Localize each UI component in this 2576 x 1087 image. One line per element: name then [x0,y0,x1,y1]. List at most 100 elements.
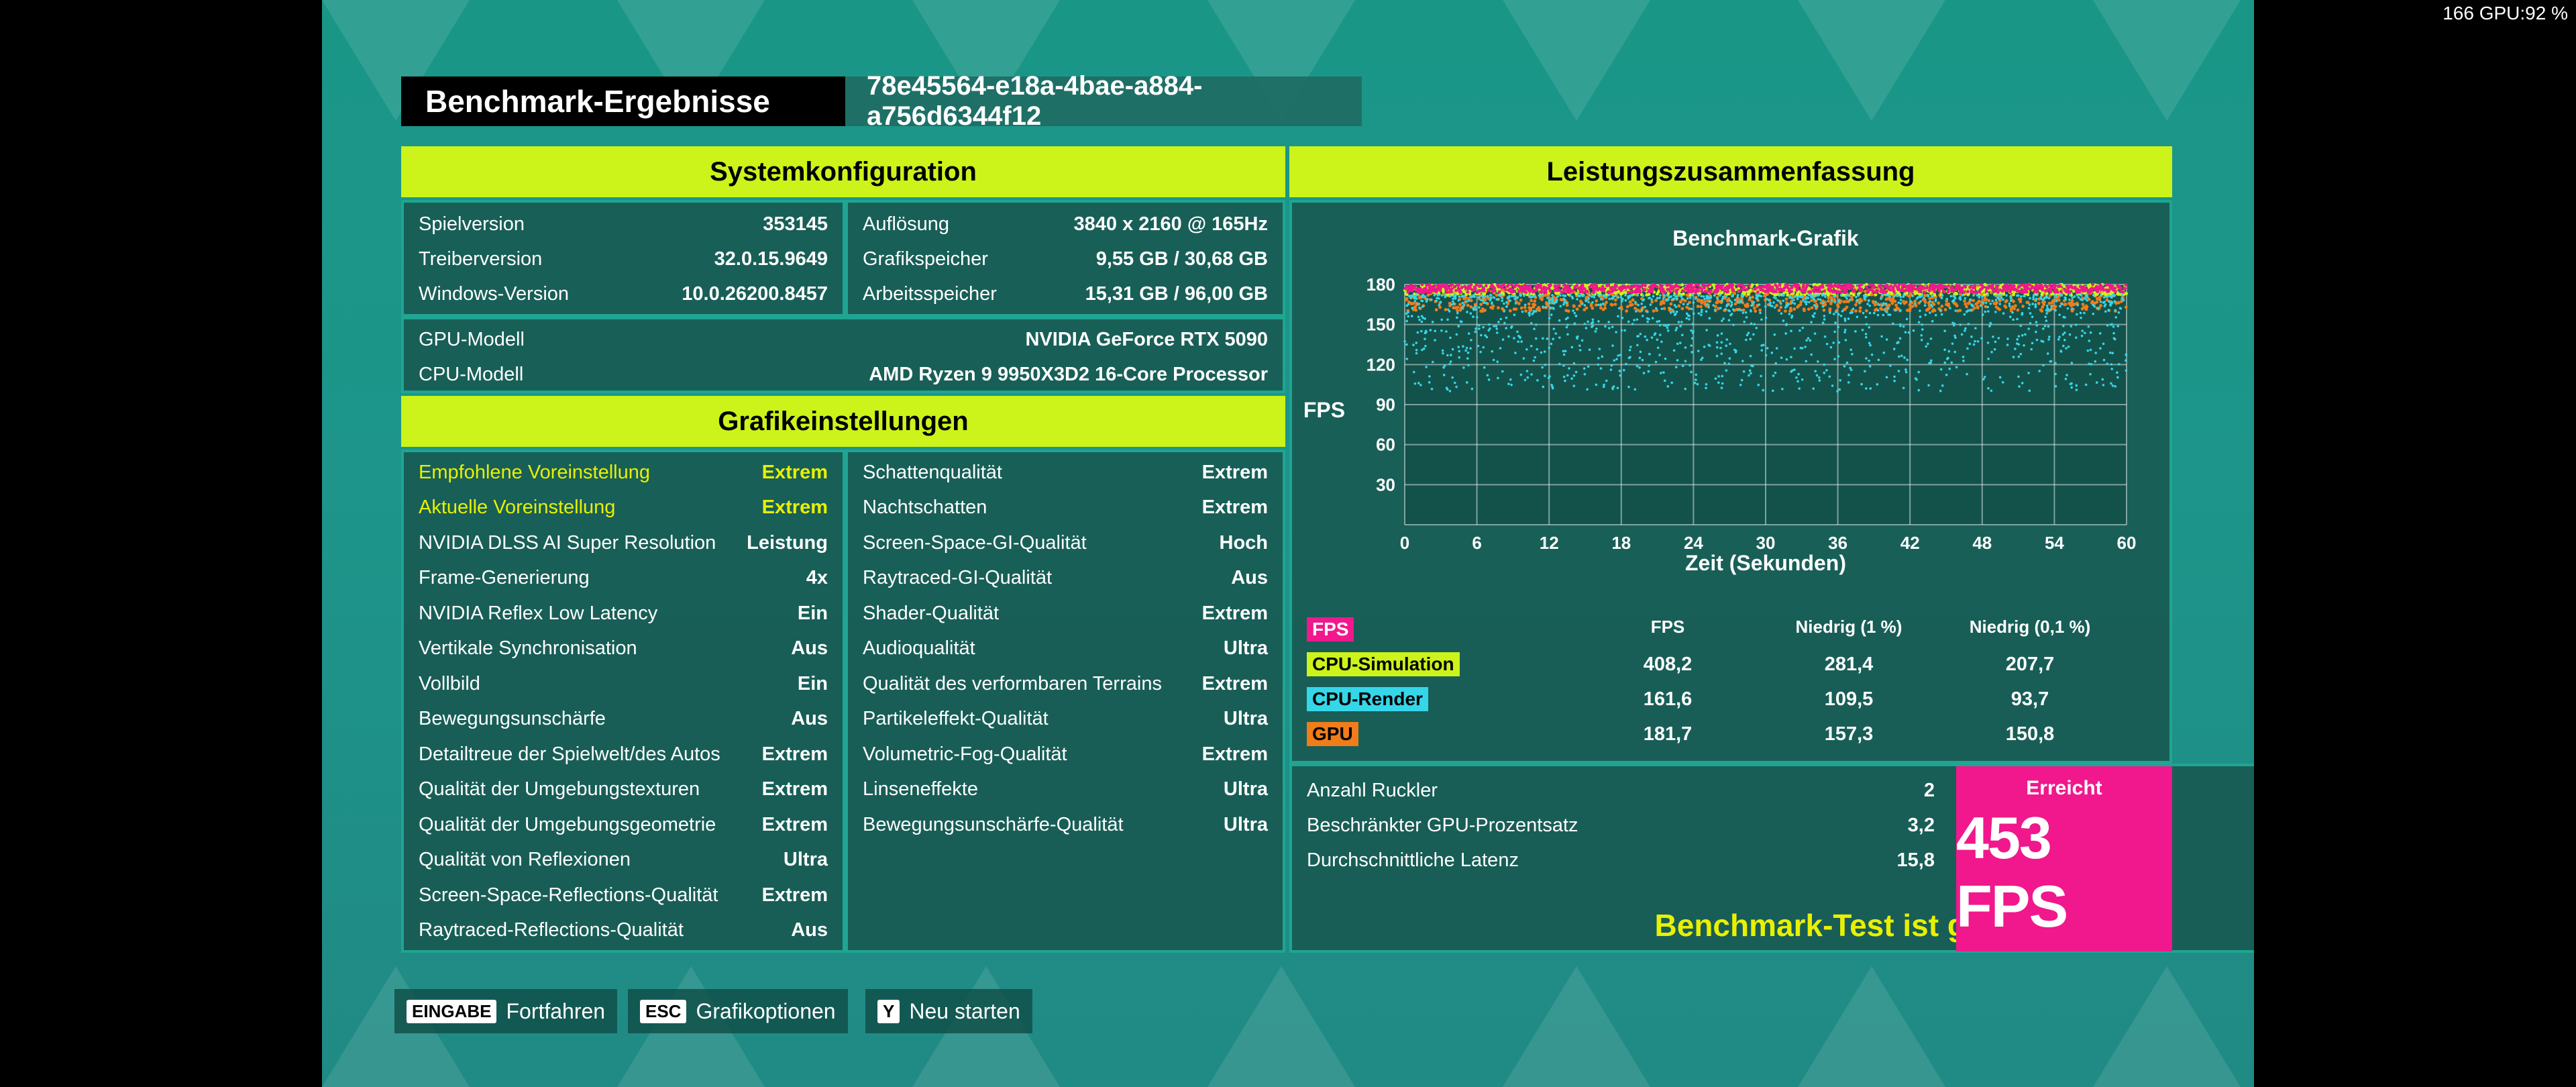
data-point [1751,302,1754,305]
continue-button[interactable]: EINGABE Fortfahren [394,989,618,1033]
data-point [1893,379,1896,382]
data-point [1736,296,1739,299]
data-point [2102,384,2105,386]
data-point [2080,316,2082,319]
data-point [2006,344,2009,346]
data-point [1497,321,1500,323]
restart-button[interactable]: Y Neu starten [865,989,1032,1033]
data-point [1588,285,1592,289]
data-point [1680,289,1684,293]
data-point [1717,375,1720,378]
data-point [2010,305,2015,309]
data-point [1824,295,1827,298]
data-point [1598,348,1601,350]
data-point [2106,295,2110,298]
data-point [2018,385,2021,388]
data-point [1994,285,1998,289]
data-point [1532,359,1536,362]
data-point [2071,296,2074,299]
data-point [1750,310,1752,313]
data-point [1782,299,1785,303]
data-point [1807,294,1811,297]
data-point [2068,333,2072,336]
data-point [2040,293,2044,297]
data-point [1821,305,1825,308]
data-point [1715,301,1719,305]
setting-row: Raytraced-GI-Qualität Aus [848,561,1283,597]
data-point [2098,332,2102,335]
data-point [1654,299,1658,303]
data-point [1841,309,1844,313]
x-tick-label: 54 [2045,533,2064,553]
data-point [1703,346,1706,348]
data-point [2047,308,2050,311]
data-point [1556,295,1559,298]
data-point [1470,387,1474,391]
data-point [2095,381,2098,384]
data-point [2094,352,2097,354]
data-point [1929,359,1933,362]
setting-value: Ultra [1223,778,1268,800]
data-point [1994,340,1997,344]
data-point [1750,372,1752,375]
data-point [1904,370,1908,374]
graphics-options-button[interactable]: ESC Grafikoptionen [628,989,848,1033]
setting-row: Qualität der Umgebungsgeometrie Extrem [404,807,843,843]
data-point [1773,306,1776,309]
data-point [1923,304,1927,307]
data-point [1611,344,1614,347]
data-point [2054,309,2057,312]
data-point [2040,309,2044,313]
data-point [1801,378,1804,381]
data-point [1934,299,1937,303]
data-point [1644,284,1647,288]
data-point [1652,309,1656,313]
data-point [2059,350,2063,353]
x-tick-label: 12 [1540,533,1559,553]
data-point [1434,329,1437,333]
data-point [2092,312,2095,315]
data-point [1407,295,1411,297]
data-point [1748,374,1750,377]
data-point [1447,308,1450,311]
data-point [1865,323,1868,326]
data-point [1507,382,1510,385]
data-point [1608,327,1611,329]
data-point [1572,304,1576,308]
data-point [1436,294,1440,297]
data-point [2106,324,2109,327]
data-point [1445,291,1449,295]
setting-row: Qualität des verformbaren Terrains Extrem [848,666,1283,702]
data-point [1452,295,1455,298]
data-point [1677,321,1680,323]
summary-value: 150,8 [2005,723,2055,745]
data-point [1605,379,1608,382]
summary-value [1762,613,1936,645]
data-point [2017,355,2021,358]
benchmark-id: 78e45564-e18a-4bae-a884-a756d6344f12 [845,71,1362,131]
data-point [1510,283,1514,287]
data-point [1823,318,1826,321]
data-point [1448,390,1452,393]
chart-ylabel: FPS [1303,398,1345,422]
data-point [1839,294,1843,297]
data-point [1487,288,1491,292]
data-point [1727,319,1731,322]
data-point [1801,326,1805,329]
data-point [1778,294,1781,297]
data-point [2064,296,2067,299]
data-point [1939,389,1942,393]
data-point [1857,294,1860,297]
data-point [1865,357,1868,360]
data-point [1959,291,1962,295]
data-point [1479,299,1483,301]
data-point [1790,290,1794,293]
data-point [1780,356,1783,359]
data-point [1590,295,1593,298]
setting-value: Extrem [1201,497,1268,519]
data-point [1680,283,1684,287]
data-point [2047,301,2051,305]
data-point [1796,380,1799,383]
data-point [1984,310,1987,313]
data-point [1628,348,1631,352]
